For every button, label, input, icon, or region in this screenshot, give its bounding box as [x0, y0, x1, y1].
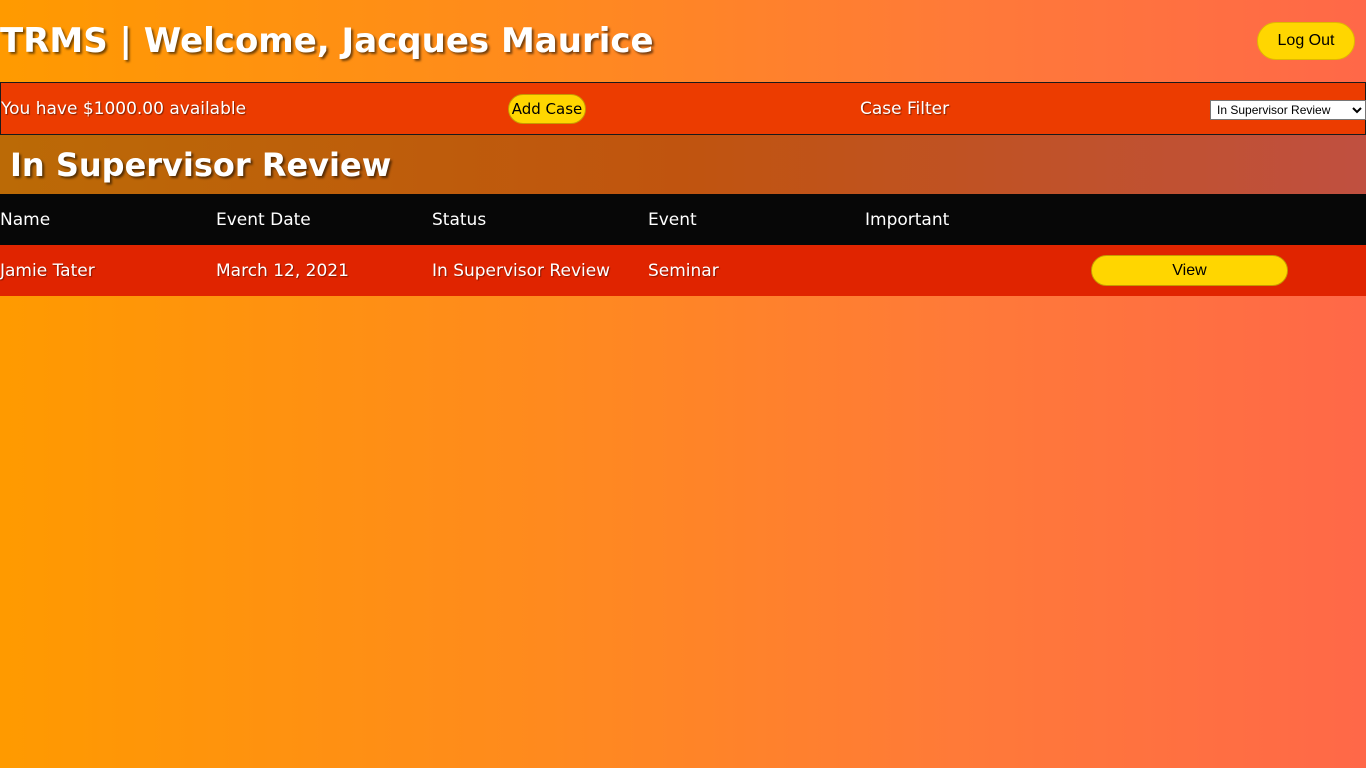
section-title: In Supervisor Review	[10, 146, 392, 184]
section-banner: In Supervisor Review	[0, 135, 1366, 194]
table-header: Name Event Date Status Event Important	[0, 194, 1366, 245]
case-filter-label: Case Filter	[860, 99, 950, 119]
column-header-important: Important	[865, 210, 950, 230]
logout-button[interactable]: Log Out	[1257, 22, 1355, 60]
row-event: Seminar	[648, 261, 719, 281]
row-name: Jamie Tater	[0, 261, 95, 281]
row-event-date: March 12, 2021	[216, 261, 349, 281]
app-title: TRMS | Welcome, Jacques Maurice	[0, 21, 654, 61]
column-header-event-date: Event Date	[216, 210, 311, 230]
add-case-button[interactable]: Add Case	[508, 94, 586, 124]
column-header-name: Name	[0, 210, 51, 230]
top-header: TRMS | Welcome, Jacques Maurice Log Out	[0, 0, 1366, 82]
case-filter-select[interactable]: In Supervisor Review	[1210, 100, 1366, 120]
column-header-status: Status	[432, 210, 487, 230]
view-case-button[interactable]: View	[1091, 255, 1288, 286]
table-row: Jamie Tater March 12, 2021 In Supervisor…	[0, 245, 1366, 296]
column-header-event: Event	[648, 210, 697, 230]
row-status: In Supervisor Review	[432, 261, 611, 281]
toolbar: You have $1000.00 available Add Case Cas…	[0, 82, 1366, 135]
available-funds-text: You have $1000.00 available	[1, 99, 247, 119]
